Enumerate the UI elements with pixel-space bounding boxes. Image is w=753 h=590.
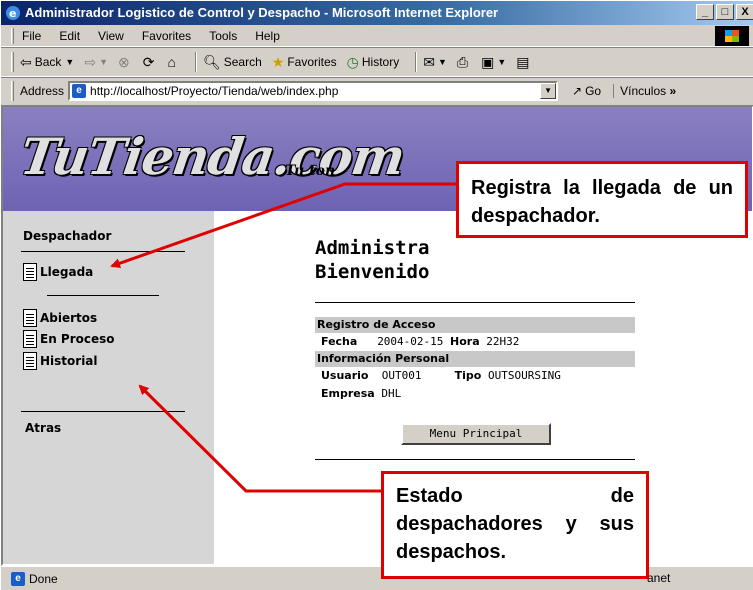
favorites-button[interactable]: ★ Favorites — [272, 54, 337, 71]
minimize-button[interactable]: _ — [696, 4, 714, 20]
go-button[interactable]: ↗ Go — [572, 84, 601, 98]
menu-favorites[interactable]: Favorites — [142, 29, 191, 43]
dropdown-arrow-icon: ▼ — [99, 57, 108, 67]
internet-explorer-icon: e — [6, 6, 20, 20]
document-icon — [23, 309, 37, 327]
toolbar-separator — [194, 52, 197, 72]
back-arrow-icon: ⇦ — [20, 53, 32, 70]
favorites-icon: ★ — [271, 53, 285, 70]
table-row: Fecha 2004-02-15 Hora 22H32 — [321, 335, 520, 348]
print-icon: ⎙ — [456, 53, 469, 70]
close-button[interactable]: X — [736, 4, 753, 20]
section-personal: Información Personal — [315, 351, 635, 367]
page-title: Administra — [315, 237, 430, 259]
edit-button[interactable]: ▣ ▼ — [481, 54, 506, 71]
forward-button[interactable]: ⇨ ▼ — [84, 54, 108, 71]
section-access: Registro de Acceso — [315, 317, 635, 333]
callout-estado: Estado de despachadores y sus despachos. — [381, 471, 649, 579]
window-title: Administrador Logistico de Control y Des… — [25, 5, 499, 20]
search-icon: 🔍︎ — [202, 53, 221, 70]
sidebar-item-llegada[interactable]: Llegada — [23, 263, 93, 281]
chevron-down-icon[interactable]: ▼ — [540, 83, 557, 99]
address-url: http://localhost/Proyecto/Tienda/web/ind… — [90, 84, 339, 98]
dropdown-arrow-icon: ▼ — [65, 57, 75, 67]
history-icon: ◷ — [346, 53, 359, 70]
home-button[interactable]: ⌂ — [167, 54, 178, 70]
site-logo: TuTienda.com — [16, 127, 408, 186]
status-text: Done — [29, 572, 58, 586]
menu-bar: File Edit View Favorites Tools Help — [1, 25, 753, 47]
info-table: Registro de Acceso Fecha 2004-02-15 Hora… — [315, 317, 635, 403]
sidebar-item-atras[interactable]: Atras — [25, 421, 61, 435]
home-icon: ⌂ — [167, 54, 176, 70]
sidebar-item-abiertos[interactable]: Abiertos — [23, 309, 97, 327]
print-button[interactable]: ⎙ — [457, 54, 471, 71]
page-icon: e — [72, 84, 87, 98]
back-button[interactable]: ⇦ Back ▼ — [20, 54, 74, 71]
toolbar-grip — [11, 27, 14, 44]
menu-view[interactable]: View — [98, 29, 124, 43]
mail-icon: ✉ — [423, 53, 435, 70]
address-bar: Address e http://localhost/Proyecto/Tien… — [1, 77, 753, 104]
divider — [315, 459, 635, 460]
menu-tools[interactable]: Tools — [209, 29, 237, 43]
sidebar-section-title: Despachador — [23, 229, 112, 243]
menu-principal-button[interactable]: Menu Principal — [401, 423, 551, 445]
stop-icon: ⊗ — [118, 53, 130, 70]
document-icon — [23, 263, 37, 281]
table-row: Usuario OUT001 Tipo OUTSOURSING — [321, 369, 561, 382]
site-tagline: Tu ton — [285, 163, 336, 179]
page-icon: e — [11, 572, 25, 586]
refresh-button[interactable]: ⟳ — [143, 54, 158, 71]
links-button[interactable]: Vínculos » — [613, 84, 676, 98]
divider — [21, 411, 185, 412]
callout-llegada: Registra la llegada de un despachador. — [456, 161, 748, 238]
history-button[interactable]: ◷ History — [347, 54, 400, 71]
welcome-heading: Bienvenido — [315, 261, 430, 283]
toolbar-grip — [11, 52, 14, 72]
menu-edit[interactable]: Edit — [59, 29, 80, 43]
divider — [21, 251, 185, 252]
forward-arrow-icon: ⇨ — [84, 53, 97, 70]
toolbar-separator — [415, 52, 418, 72]
menu-file[interactable]: File — [22, 29, 41, 43]
go-arrow-icon: ↗ — [572, 84, 583, 98]
refresh-icon: ⟳ — [142, 53, 155, 70]
sidebar: Despachador Llegada Abiertos En Proceso … — [3, 211, 214, 564]
toolbar-grip — [11, 81, 14, 101]
menu-help[interactable]: Help — [255, 29, 280, 43]
mail-button[interactable]: ✉ ▼ — [423, 54, 447, 71]
edit-icon: ▣ — [481, 53, 495, 70]
discuss-button[interactable]: ▤ — [516, 54, 532, 71]
standard-toolbar: ⇦ Back ▼ ⇨ ▼ ⊗ ⟳ ⌂ 🔍︎ Search ★ Favorites ◷ His… — [1, 47, 753, 77]
divider — [315, 302, 635, 303]
windows-logo-icon — [715, 26, 749, 46]
document-icon — [23, 352, 37, 370]
maximize-button[interactable]: □ — [716, 4, 734, 20]
address-input[interactable]: e http://localhost/Proyecto/Tienda/web/i… — [68, 81, 559, 101]
table-row: Empresa DHL — [321, 387, 402, 400]
search-button[interactable]: 🔍︎ Search — [203, 54, 262, 71]
title-bar: e Administrador Logistico de Control y D… — [1, 1, 753, 25]
sidebar-item-en-proceso[interactable]: En Proceso — [23, 330, 115, 348]
dropdown-arrow-icon: ▼ — [497, 57, 507, 67]
svg-text:e: e — [9, 7, 16, 20]
sidebar-item-historial[interactable]: Historial — [23, 352, 98, 370]
document-icon — [23, 330, 37, 348]
zone-text: anet — [647, 571, 671, 585]
divider — [47, 295, 159, 296]
dropdown-arrow-icon: ▼ — [437, 57, 447, 67]
discuss-icon: ▤ — [516, 53, 530, 70]
stop-button[interactable]: ⊗ — [118, 54, 133, 71]
chevron-right-icon: » — [669, 84, 677, 98]
address-label: Address — [20, 84, 65, 98]
